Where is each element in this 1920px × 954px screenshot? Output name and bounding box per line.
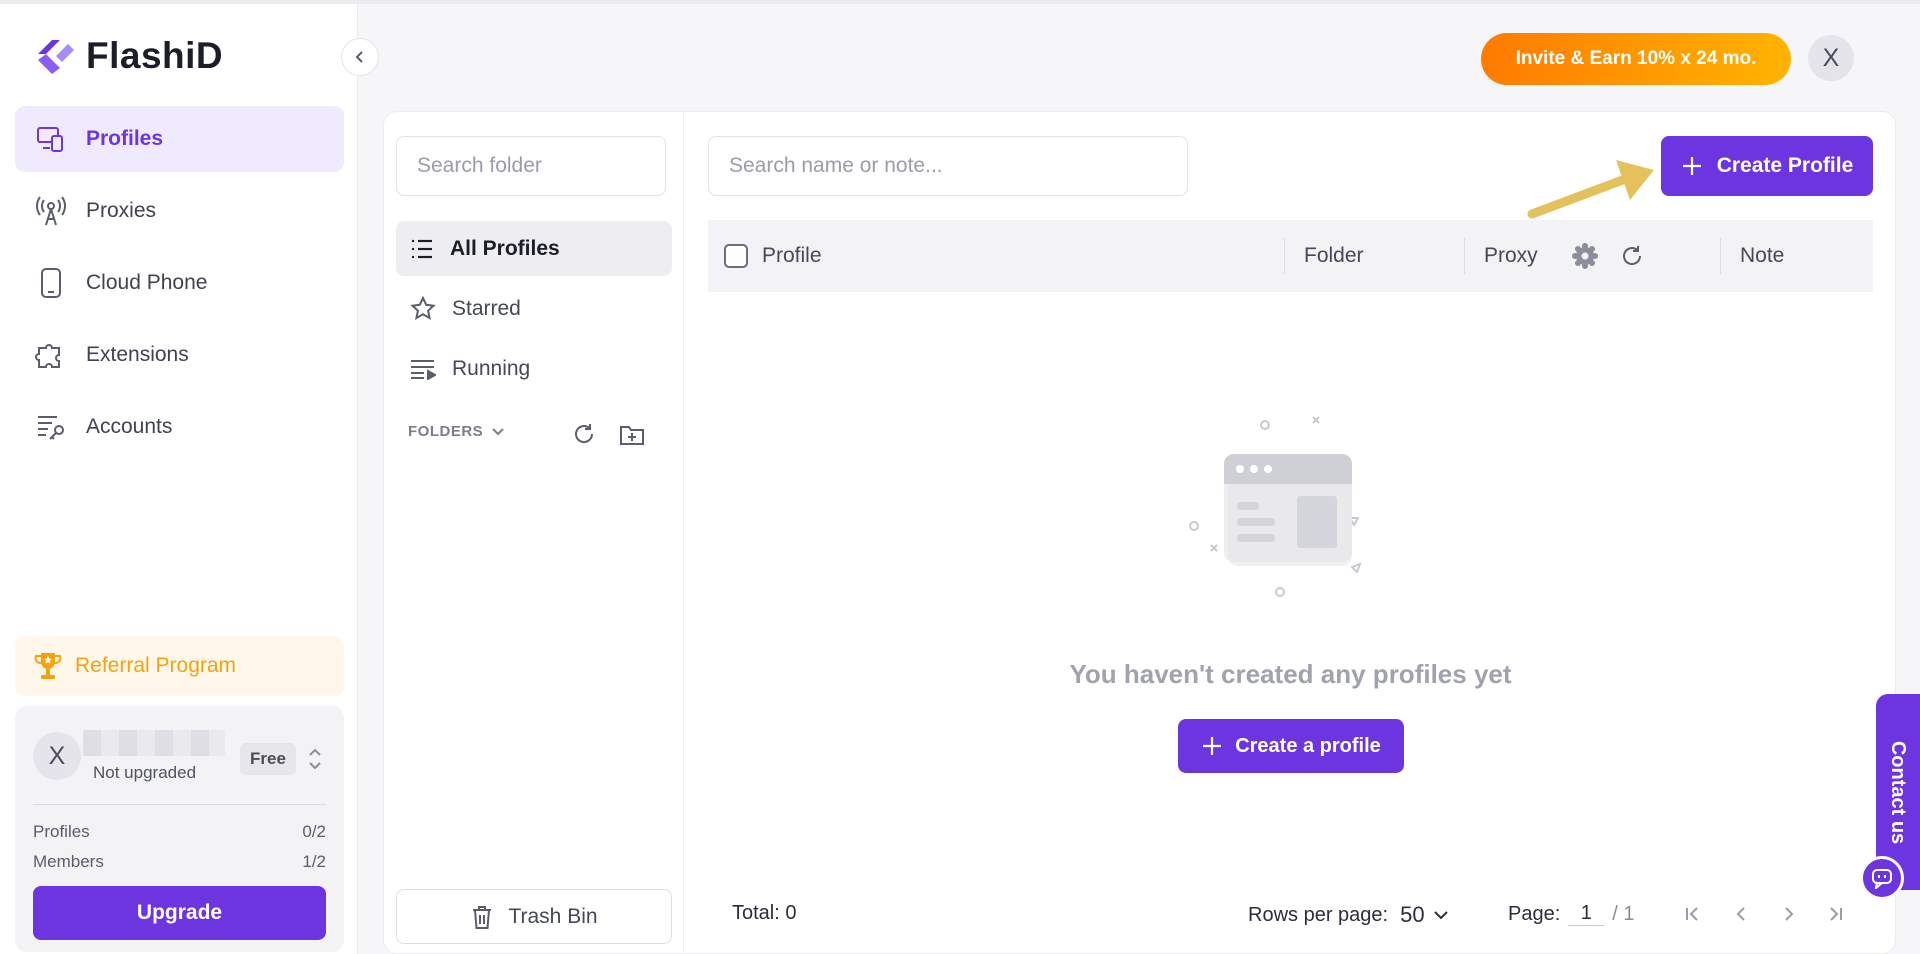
user-avatar[interactable]: X bbox=[1808, 35, 1854, 81]
star-icon bbox=[410, 295, 436, 320]
profiles-quota-label: Profiles bbox=[33, 822, 90, 841]
pointer-arrow-annotation bbox=[1527, 160, 1654, 219]
referral-program-link[interactable]: Referral Program bbox=[15, 636, 344, 696]
column-profile[interactable]: Profile bbox=[762, 220, 822, 292]
profiles-quota-value: 0/2 bbox=[302, 822, 326, 841]
settings-gear-icon[interactable] bbox=[1572, 220, 1598, 292]
sidebar-item-label: Extensions bbox=[86, 343, 189, 366]
sidebar-item-accounts[interactable]: Accounts bbox=[15, 394, 344, 460]
create-a-profile-button[interactable]: Create a profile bbox=[1178, 719, 1404, 773]
empty-state-message: You haven't created any profiles yet bbox=[1069, 659, 1512, 689]
plus-icon bbox=[1682, 157, 1701, 175]
account-status: Not upgraded bbox=[93, 763, 197, 782]
rows-per-page: Rows per page: 50 bbox=[1248, 902, 1449, 928]
sidebar-item-proxies[interactable]: Proxies bbox=[15, 178, 344, 244]
sidebar-item-label: Proxies bbox=[86, 199, 157, 222]
app-logo[interactable]: FlashiD bbox=[32, 34, 223, 78]
app-name: FlashiD bbox=[86, 35, 224, 76]
create-profile-button[interactable]: Create Profile bbox=[1661, 136, 1873, 196]
profiles-icon bbox=[34, 122, 68, 156]
table-header: Profile Folder Proxy Note bbox=[708, 220, 1873, 292]
referral-label: Referral Program bbox=[75, 654, 237, 677]
next-page-icon[interactable] bbox=[1773, 898, 1805, 930]
column-proxy[interactable]: Proxy bbox=[1466, 220, 1538, 292]
folder-running[interactable]: Running bbox=[396, 341, 672, 396]
folder-starred[interactable]: Starred bbox=[396, 281, 672, 336]
total-count: Total: 0 bbox=[732, 902, 797, 924]
page-total: / 1 bbox=[1612, 902, 1635, 925]
sidebar-item-label: Cloud Phone bbox=[86, 271, 208, 294]
folder-label: Running bbox=[452, 356, 531, 380]
select-all-checkbox[interactable] bbox=[724, 220, 748, 292]
folder-all-profiles[interactable]: All Profiles bbox=[396, 221, 672, 276]
accounts-icon bbox=[34, 410, 68, 444]
plan-badge: Free bbox=[240, 743, 296, 775]
sidebar-item-profiles[interactable]: Profiles bbox=[15, 106, 344, 172]
sidebar-item-label: Accounts bbox=[86, 415, 173, 438]
account-name-redacted bbox=[83, 730, 225, 756]
trophy-icon bbox=[34, 653, 62, 679]
running-list-icon bbox=[411, 359, 436, 380]
first-page-icon[interactable] bbox=[1677, 898, 1709, 930]
column-divider bbox=[1720, 238, 1721, 274]
sidebar-nav: Profiles Proxies Cloud Phone Extensions … bbox=[15, 106, 344, 466]
create-a-profile-label: Create a profile bbox=[1235, 734, 1381, 757]
column-divider bbox=[1284, 238, 1285, 274]
invite-earn-button[interactable]: Invite & Earn 10% x 24 mo. bbox=[1481, 33, 1791, 85]
chevron-down-icon bbox=[1433, 911, 1448, 920]
search-folder-input[interactable]: Search folder bbox=[396, 136, 666, 196]
chevron-down-icon bbox=[492, 427, 504, 435]
plus-icon bbox=[1203, 737, 1222, 755]
trash-icon bbox=[473, 905, 492, 929]
profiles-quota: Profiles 0/2 bbox=[33, 822, 326, 842]
profiles-panel: Search folder All Profiles Starred Runni… bbox=[383, 111, 1896, 954]
empty-state-illustration bbox=[1189, 416, 1362, 597]
list-icon bbox=[412, 239, 432, 258]
chat-bubble-icon[interactable] bbox=[1860, 856, 1904, 900]
create-profile-label: Create Profile bbox=[1716, 154, 1854, 177]
rows-per-page-select[interactable]: 50 bbox=[1400, 902, 1448, 928]
previous-page-icon[interactable] bbox=[1725, 898, 1757, 930]
rows-per-page-label: Rows per page: bbox=[1248, 903, 1389, 926]
refresh-profiles-icon[interactable] bbox=[1620, 220, 1644, 292]
trash-bin-button[interactable]: Trash Bin bbox=[396, 889, 672, 944]
page-label: Page: bbox=[1508, 902, 1561, 925]
sidebar-item-label: Profiles bbox=[86, 127, 164, 150]
contact-us-label: Contact us bbox=[1887, 740, 1910, 844]
members-quota-label: Members bbox=[33, 852, 104, 871]
chevron-left-icon bbox=[355, 51, 363, 63]
refresh-folders-icon[interactable] bbox=[570, 420, 598, 448]
upgrade-button[interactable]: Upgrade bbox=[33, 886, 326, 940]
folders-section-toggle[interactable]: FOLDERS bbox=[408, 423, 505, 440]
column-folder[interactable]: Folder bbox=[1286, 220, 1364, 292]
search-profile-input[interactable]: Search name or note... bbox=[708, 136, 1188, 196]
account-card: X Not upgraded Free Profiles 0/2 Members… bbox=[15, 706, 344, 952]
proxies-icon bbox=[34, 194, 68, 228]
last-page-icon[interactable] bbox=[1819, 898, 1851, 930]
account-avatar[interactable]: X bbox=[33, 732, 81, 780]
folder-label: All Profiles bbox=[450, 236, 560, 260]
folder-label: Starred bbox=[452, 296, 521, 320]
page-number-input[interactable]: 1 bbox=[1568, 902, 1605, 926]
account-switch-icon[interactable] bbox=[307, 745, 323, 773]
trash-label: Trash Bin bbox=[508, 904, 598, 928]
sidebar-item-cloud-phone[interactable]: Cloud Phone bbox=[15, 250, 344, 316]
sidebar: FlashiD Profiles Proxies Cloud Phone Ext… bbox=[0, 4, 358, 954]
folders-section-label: FOLDERS bbox=[408, 423, 484, 440]
puzzle-icon bbox=[34, 338, 68, 372]
flashid-logo-icon bbox=[38, 40, 74, 74]
collapse-sidebar-button[interactable] bbox=[341, 38, 379, 76]
add-folder-icon[interactable] bbox=[618, 420, 646, 448]
divider bbox=[33, 804, 326, 805]
column-divider bbox=[1464, 238, 1465, 274]
members-quota: Members 1/2 bbox=[33, 852, 326, 872]
column-note[interactable]: Note bbox=[1722, 220, 1784, 292]
members-quota-value: 1/2 bbox=[302, 852, 326, 871]
phone-icon bbox=[34, 266, 68, 300]
page-indicator: Page: 1 / 1 bbox=[1508, 902, 1635, 926]
folder-pane: Search folder All Profiles Starred Runni… bbox=[384, 112, 684, 953]
sidebar-item-extensions[interactable]: Extensions bbox=[15, 322, 344, 388]
